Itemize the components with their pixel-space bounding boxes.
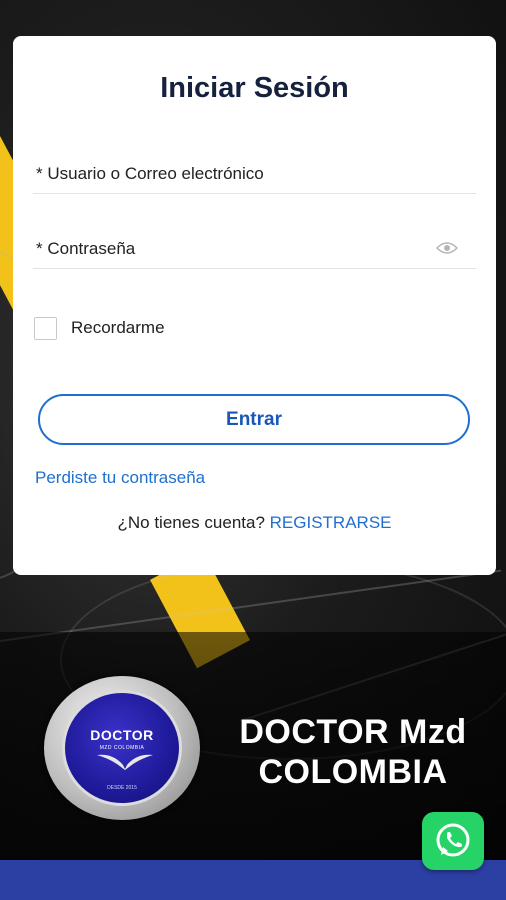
remember-label: Recordarme (71, 318, 165, 337)
page-title: Iniciar Sesión (160, 72, 349, 104)
password-field[interactable]: * Contraseña (33, 229, 476, 269)
eye-icon[interactable] (436, 241, 458, 255)
brand-name: DOCTOR Mzd COLOMBIA (208, 712, 498, 792)
brand-line-2: COLOMBIA (258, 753, 448, 791)
wings-icon (97, 754, 153, 770)
brand-logo-inner: DOCTOR MZD COLOMBIA DESDE 2015 (62, 690, 182, 806)
register-prompt: ¿No tienes cuenta? REGISTRARSE (13, 513, 496, 533)
whatsapp-icon (436, 823, 470, 857)
logo-footer: DESDE 2015 (107, 785, 137, 791)
login-card: Iniciar Sesión * Usuario o Correo electr… (13, 36, 496, 575)
forgot-password-link[interactable]: Perdiste tu contraseña (35, 468, 205, 488)
whatsapp-button[interactable] (422, 812, 484, 870)
logo-title: DOCTOR (90, 727, 154, 743)
no-account-text: ¿No tienes cuenta? (117, 513, 265, 532)
username-field[interactable]: * Usuario o Correo electrónico (33, 154, 476, 194)
login-button[interactable]: Entrar (38, 394, 470, 445)
username-label: * Usuario o Correo electrónico (36, 164, 264, 183)
remember-checkbox[interactable] (34, 317, 57, 340)
register-link[interactable]: REGISTRARSE (270, 513, 392, 532)
password-label: * Contraseña (36, 239, 136, 258)
brand-line-1: DOCTOR Mzd (239, 713, 467, 751)
